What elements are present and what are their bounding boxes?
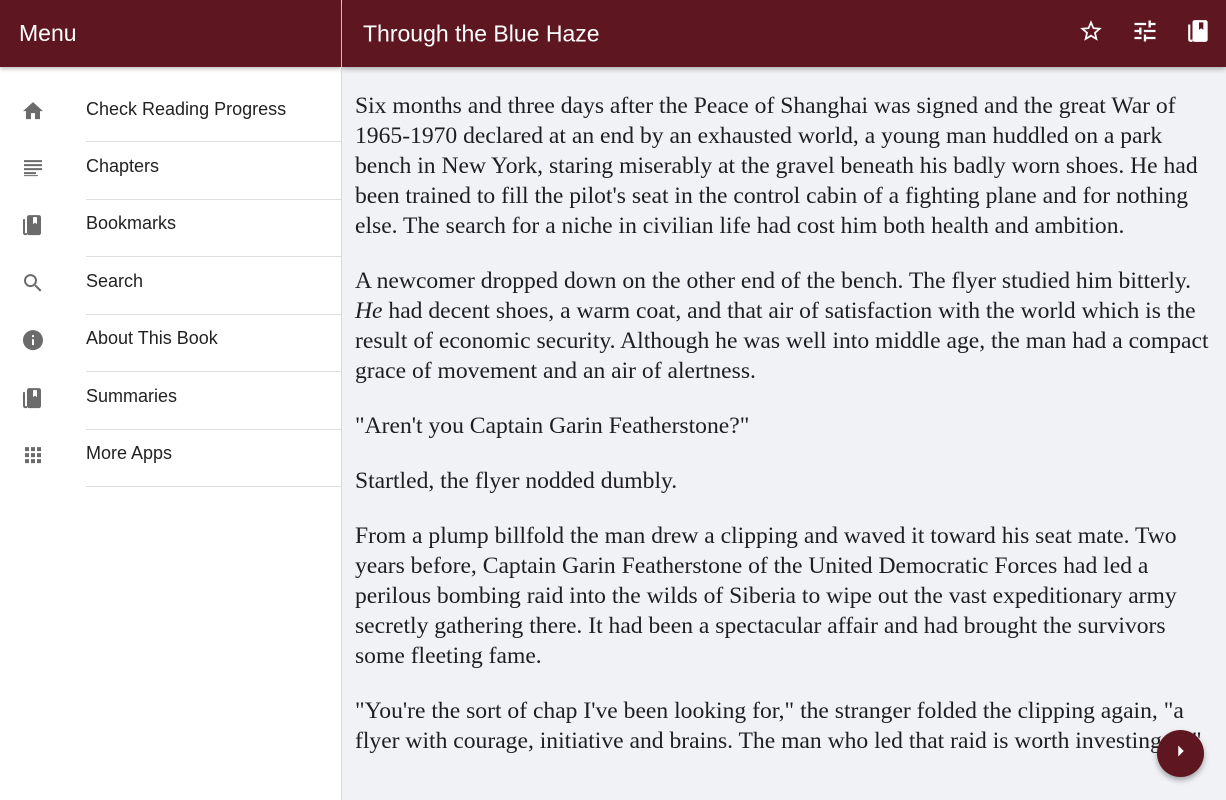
settings-sliders-icon — [1131, 17, 1159, 50]
paragraph: "You're the sort of chap I've been looki… — [355, 698, 1202, 754]
drawer-item-label: Check Reading Progress — [86, 98, 287, 119]
drawer-header: Menu — [0, 0, 341, 67]
favorite-button[interactable] — [1064, 7, 1118, 61]
display-settings-button[interactable] — [1118, 7, 1172, 61]
chapter-text: Six months and three days after the Peac… — [343, 67, 1226, 756]
drawer-item-label: Bookmarks — [86, 213, 177, 234]
drawer-item-label: Search — [86, 270, 144, 291]
book-icon — [21, 213, 45, 237]
drawer-item-label: More Apps — [86, 443, 173, 464]
drawer-item-summaries[interactable]: Summaries — [0, 372, 341, 430]
bookmarks-button[interactable] — [1172, 7, 1226, 61]
paragraph: Startled, the flyer nodded dumbly. — [355, 468, 678, 494]
paragraph: A newcomer dropped down on the other end… — [355, 266, 1214, 386]
chevron-right-icon — [1170, 740, 1192, 767]
book-icon — [21, 386, 45, 410]
drawer-item-check-reading-progress[interactable]: Check Reading Progress — [0, 85, 341, 142]
paragraph: "Aren't you Captain Garin Featherstone?" — [355, 413, 750, 439]
drawer-item-more-apps[interactable]: More Apps — [0, 430, 341, 487]
drawer-item-bookmarks[interactable]: Bookmarks — [0, 200, 341, 257]
book-title: Through the Blue Haze — [363, 20, 600, 46]
reading-pane[interactable]: Six months and three days after the Peac… — [343, 67, 1226, 800]
drawer-item-about-this-book[interactable]: About This Book — [0, 315, 341, 372]
apps-grid-icon — [21, 443, 45, 467]
list-icon — [21, 156, 45, 180]
navigation-drawer: Menu Check Reading Progress Chapters Boo… — [0, 0, 342, 800]
drawer-item-search[interactable]: Search — [0, 257, 341, 315]
paragraph: From a plump billfold the man drew a cli… — [355, 523, 1177, 669]
home-icon — [21, 99, 45, 123]
book-icon — [1186, 18, 1212, 49]
paragraph: Six months and three days after the Peac… — [355, 93, 1198, 239]
info-icon — [21, 328, 45, 352]
drawer-title: Menu — [19, 20, 77, 46]
drawer-item-label: Summaries — [86, 385, 178, 406]
drawer-menu-list: Check Reading Progress Chapters Bookmark… — [0, 67, 341, 487]
reader-app: Menu Check Reading Progress Chapters Boo… — [0, 0, 1226, 800]
drawer-item-chapters[interactable]: Chapters — [0, 142, 341, 200]
drawer-item-label: About This Book — [86, 328, 218, 349]
search-icon — [21, 271, 45, 295]
top-app-bar: Through the Blue Haze — [342, 0, 1226, 67]
divider — [86, 486, 341, 487]
toolbar-actions — [1064, 0, 1226, 67]
paragraph-text: had decent shoes, a warm coat, and that … — [355, 298, 1209, 384]
star-icon — [1078, 18, 1104, 49]
paragraph-text: A newcomer dropped down on the other end… — [355, 268, 1192, 294]
next-page-button[interactable] — [1157, 730, 1204, 777]
emphasis-text: He — [355, 298, 383, 324]
drawer-item-label: Chapters — [86, 155, 160, 176]
